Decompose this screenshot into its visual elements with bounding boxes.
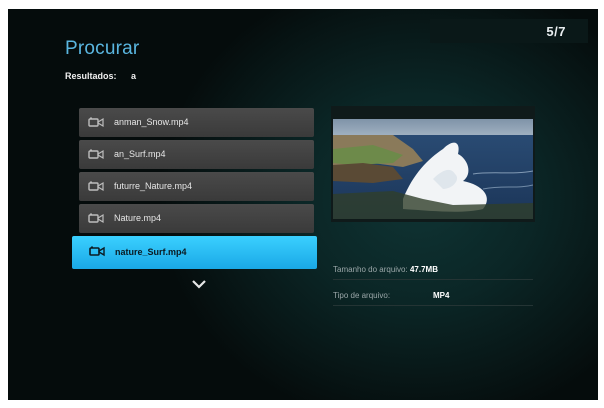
file-name: Nature.mp4 [114,213,162,223]
video-camera-icon [88,149,104,160]
video-camera-icon [89,246,105,257]
page-counter: 5/7 [546,24,566,39]
file-type-value: MP4 [433,291,450,300]
file-size-row: Tamanho do arquivo: 47.7MB [333,265,533,280]
file-size-label: Tamanho do arquivo: [333,265,408,274]
file-list-item[interactable]: anman_Snow.mp4 [79,108,314,137]
file-type-row: Tipo de arquivo: MP4 [333,291,533,306]
chevron-down-icon[interactable] [192,276,206,289]
results-label: Resultados: [65,71,117,81]
page-title: Procurar [65,38,140,59]
file-list-item-selected[interactable]: nature_Surf.mp4 [72,236,317,269]
video-camera-icon [88,181,104,192]
file-name: futurre_Nature.mp4 [114,181,193,191]
media-browser-screen: 5/7 Procurar Resultados: a anman_Snow.mp… [8,9,598,400]
file-name: an_Surf.mp4 [114,149,166,159]
file-list-item[interactable]: Nature.mp4 [79,204,314,233]
video-thumbnail [333,119,533,219]
search-query: a [131,71,137,81]
file-list-item[interactable]: futurre_Nature.mp4 [79,172,314,201]
file-size-value: 47.7MB [409,265,438,274]
file-name: anman_Snow.mp4 [114,117,189,127]
file-list-item[interactable]: an_Surf.mp4 [79,140,314,169]
file-name: nature_Surf.mp4 [115,247,187,257]
search-results-row: Resultados: a [65,71,136,81]
file-list: anman_Snow.mp4 an_Surf.mp4 futurre_Natur… [72,108,317,272]
video-camera-icon [88,117,104,128]
video-camera-icon [88,213,104,224]
file-type-label: Tipo de arquivo: [333,291,391,300]
